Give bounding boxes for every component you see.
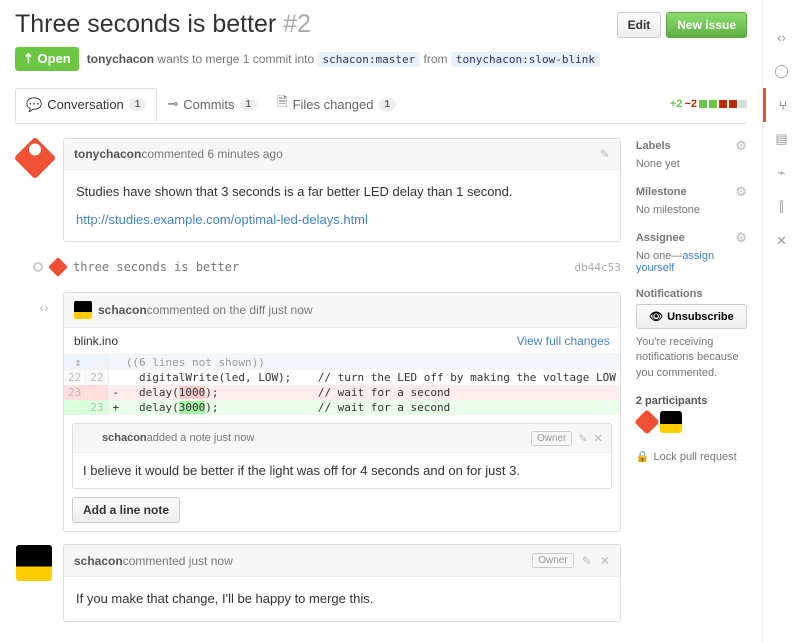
eye-icon: 👁 [649, 310, 663, 323]
new-issue-button[interactable]: New issue [666, 12, 747, 38]
close-icon[interactable]: ✕ [600, 554, 610, 568]
commit-icon: ⊸ [167, 96, 178, 112]
pencil-icon[interactable]: ✎ [578, 432, 587, 445]
participant-avatar[interactable] [634, 409, 659, 434]
pencil-icon[interactable]: ✎ [600, 147, 610, 161]
commit-dot-icon [33, 262, 43, 272]
base-branch[interactable]: schacon:master [318, 52, 421, 67]
diff-table: ⇕ ((6 lines not shown)) 2222 digitalWrit… [64, 355, 620, 415]
view-full-changes-link[interactable]: View full changes [517, 334, 610, 348]
tabs: 💬Conversation1 ⊸Commits1 🗎Files changed1… [15, 85, 747, 124]
pulse-nav-icon[interactable]: ⌁ [763, 156, 800, 190]
inline-note: schacon added a note just now Owner ✎ ✕ … [72, 423, 612, 489]
compare-branch[interactable]: tonychacon:slow-blink [451, 52, 600, 67]
study-link[interactable]: http://studies.example.com/optimal-led-d… [76, 210, 608, 230]
diffstat: +2 −2 [670, 98, 747, 110]
lock-icon: 🔒 [636, 450, 650, 463]
lock-pull-request[interactable]: 🔒Lock pull request [636, 450, 747, 463]
gear-icon[interactable]: ⚙ [735, 184, 747, 200]
close-icon[interactable]: ✕ [594, 432, 603, 445]
pr-nav-icon[interactable]: ⑂ [763, 88, 800, 122]
comment-body-2: schacon commented just now Owner ✎ ✕ If … [63, 544, 621, 622]
wiki-nav-icon[interactable]: ▤ [763, 122, 800, 156]
participant-avatar[interactable] [660, 411, 682, 433]
comment-body-1: tonychacon commented 6 minutes ago ✎ Stu… [63, 138, 621, 242]
avatar-schacon-sm[interactable] [74, 301, 92, 319]
commit-sha[interactable]: db44c53 [574, 261, 620, 274]
file-icon: 🗎 [277, 93, 287, 115]
graphs-nav-icon[interactable]: ⫿ [763, 190, 800, 224]
tab-commits[interactable]: ⊸Commits1 [157, 88, 267, 120]
diff-review: ‹› schacon commented on the diff just no… [63, 292, 621, 532]
tab-files[interactable]: 🗎Files changed1 [267, 85, 406, 123]
settings-nav-icon[interactable]: ✕ [763, 224, 800, 258]
avatar-schacon[interactable] [16, 545, 52, 581]
filename: blink.ino [74, 334, 118, 348]
code-icon: ‹› [34, 299, 54, 315]
tab-conversation[interactable]: 💬Conversation1 [15, 88, 157, 122]
owner-badge: Owner [531, 431, 572, 446]
comment-icon: 💬 [26, 97, 42, 113]
owner-badge: Owner [532, 553, 573, 568]
sidebar: Labels⚙ None yet Milestone⚙ No milestone… [636, 138, 747, 636]
merge-meta: ⇡ Open tonychacon wants to merge 1 commi… [15, 47, 747, 71]
gear-icon[interactable]: ⚙ [735, 230, 747, 246]
code-nav-icon[interactable]: ‹› [763, 20, 800, 54]
state-badge: ⇡ Open [15, 47, 79, 71]
right-rail: ‹› ◯ ⑂ ▤ ⌁ ⫿ ✕ [762, 0, 800, 643]
gear-icon[interactable]: ⚙ [735, 138, 747, 154]
git-icon [48, 257, 68, 277]
commit-row[interactable]: three seconds is better db44c53 [63, 256, 621, 278]
issue-title: Three seconds is better #2 [15, 10, 311, 39]
issues-nav-icon[interactable]: ◯ [763, 54, 800, 88]
avatar-schacon-xs[interactable] [81, 430, 97, 446]
add-line-note-button[interactable]: Add a line note [72, 497, 180, 523]
avatar-tonychacon[interactable] [14, 137, 56, 179]
issue-number: #2 [283, 10, 311, 38]
unsubscribe-button[interactable]: 👁Unsubscribe [636, 304, 747, 329]
edit-button[interactable]: Edit [617, 12, 662, 38]
pencil-icon[interactable]: ✎ [582, 554, 592, 568]
